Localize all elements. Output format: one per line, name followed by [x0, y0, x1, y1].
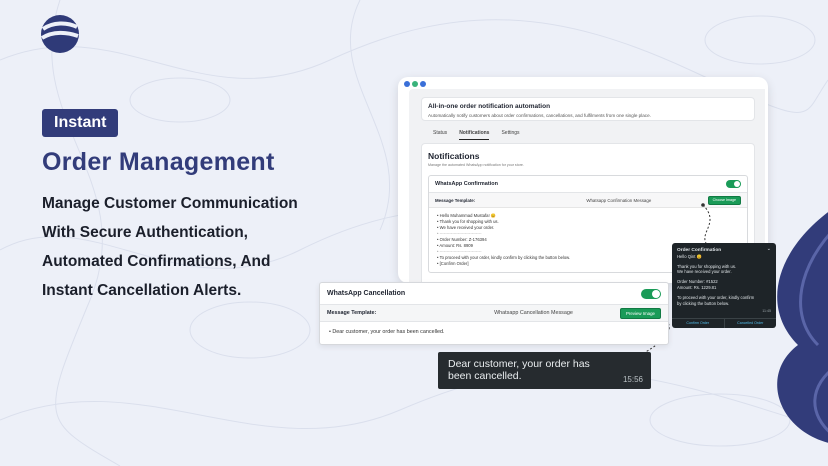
- template-label: Message Template:: [435, 197, 476, 203]
- bubble-buttons: Confirm Order Cancelled Order: [672, 318, 776, 328]
- brand-logo: [40, 15, 79, 53]
- bubble-line: by clicking the button below.: [677, 300, 730, 306]
- description: Manage Customer Communication With Secur…: [42, 189, 322, 305]
- tab-notifications[interactable]: Notifications: [459, 130, 490, 140]
- cancellation-message: Dear customer, your order has been cance…: [320, 322, 668, 342]
- cancellation-template-row: Message Template: Whatsapp Cancellation …: [320, 304, 668, 322]
- hero-title: All-in-one order notification automation: [428, 103, 551, 110]
- cancellation-title: WhatsApp Cancellation: [327, 290, 406, 297]
- chevron-down-icon[interactable]: ⌄: [767, 246, 771, 253]
- window-controls: [404, 81, 426, 87]
- confirmation-header: WhatsApp Confirmation: [429, 176, 747, 193]
- instant-badge: Instant: [42, 109, 119, 137]
- window-dot-icon[interactable]: [420, 81, 426, 87]
- bubble-time: 11:45: [762, 309, 771, 313]
- confirmation-toggle[interactable]: [726, 180, 741, 188]
- template-name[interactable]: Whatsapp Confirmation Message: [530, 198, 708, 203]
- window-dot-icon[interactable]: [404, 81, 410, 87]
- tab-status[interactable]: Status: [433, 130, 447, 140]
- window-dot-icon[interactable]: [412, 81, 418, 87]
- description-line: Automated Confirmations, And: [42, 253, 271, 270]
- confirmation-chat-bubble: Order Confirmation ⌄ Hello Qint 😊 Thank …: [672, 243, 776, 328]
- bubble-time: 15:56: [622, 375, 643, 384]
- template-label: Message Template:: [327, 310, 377, 316]
- description-line: Instant Cancellation Alerts.: [42, 282, 242, 299]
- headline: Order Management: [42, 148, 275, 176]
- description-line: With Secure Authentication,: [42, 224, 248, 241]
- hero-card: All-in-one order notification automation…: [421, 97, 755, 121]
- cancellation-chat-bubble: Dear customer, your order has been cance…: [438, 352, 651, 389]
- confirmation-title: WhatsApp Confirmation: [435, 181, 498, 187]
- description-line: Manage Customer Communication: [42, 195, 298, 212]
- bubble-text: Dear customer, your order has been cance…: [448, 358, 590, 382]
- notifications-title: Notifications: [428, 151, 480, 161]
- notifications-subtitle: Manage the automated WhatsApp notificati…: [428, 163, 524, 167]
- choose-image-button[interactable]: Choose Image: [707, 195, 741, 205]
- preview-image-button[interactable]: Preview Image: [619, 307, 661, 319]
- cancellation-toggle[interactable]: [641, 288, 661, 299]
- cancel-order-button[interactable]: Cancelled Order: [723, 319, 777, 328]
- confirmation-template-row: Message Template: Whatsapp Confirmation …: [429, 193, 747, 208]
- whatsapp-cancellation-card: WhatsApp Cancellation Message Template: …: [319, 282, 669, 345]
- tab-settings[interactable]: Settings: [501, 130, 519, 140]
- hero-subtitle: Automatically notify customers about ord…: [428, 113, 651, 118]
- confirm-order-button[interactable]: Confirm Order: [672, 319, 724, 328]
- template-name[interactable]: Whatsapp Cancellation Message: [447, 310, 620, 316]
- cancellation-header: WhatsApp Cancellation: [320, 283, 668, 304]
- tab-bar: Status Notifications Settings: [421, 130, 755, 140]
